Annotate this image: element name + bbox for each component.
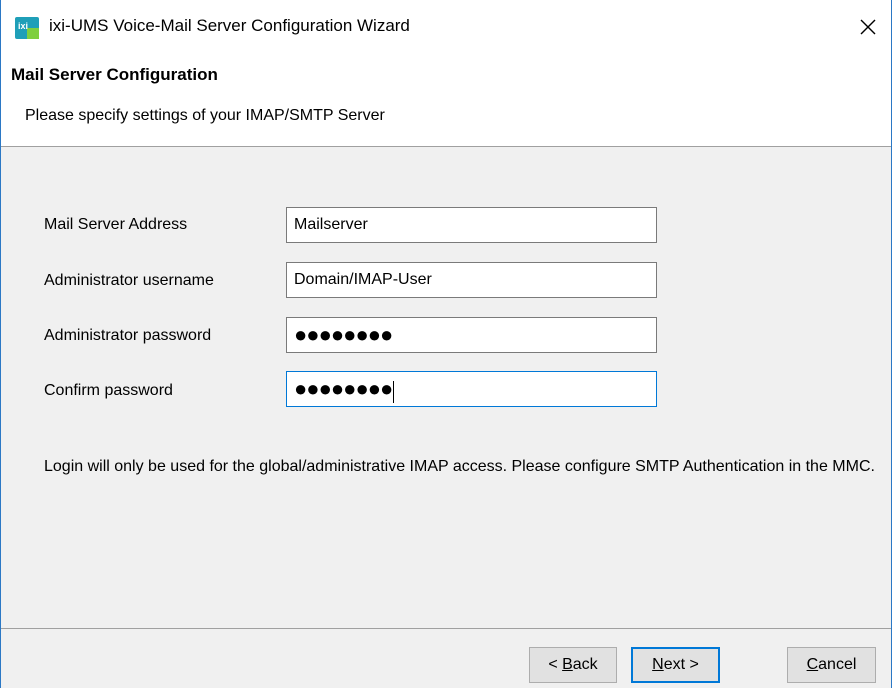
wizard-header: Mail Server Configuration Please specify… — [1, 56, 891, 147]
next-label-rest: ext — [663, 656, 686, 673]
svg-text:ixi: ixi — [18, 21, 28, 31]
next-button[interactable]: Next > — [631, 647, 720, 683]
cancel-button[interactable]: Cancel — [787, 647, 876, 683]
app-icon: ixi — [15, 17, 39, 39]
back-prefix: < — [548, 656, 563, 673]
admin-username-label: Administrator username — [44, 272, 214, 289]
admin-password-input[interactable]: ●●●●●●●● — [286, 317, 657, 353]
confirm-password-mask: ●●●●●●●● — [294, 376, 393, 401]
cancel-mnemonic: C — [806, 656, 819, 673]
window-title: ixi-UMS Voice-Mail Server Configuration … — [49, 16, 410, 35]
close-button[interactable] — [845, 6, 891, 52]
title-bar: ixi ixi-UMS Voice-Mail Server Configurat… — [1, 0, 891, 56]
text-caret — [393, 380, 395, 403]
cancel-label-rest: ancel — [818, 656, 857, 673]
back-mnemonic: B — [562, 656, 573, 673]
confirm-password-input[interactable]: ●●●●●●●● — [286, 371, 657, 407]
next-mnemonic: N — [652, 656, 664, 673]
wizard-window: ixi ixi-UMS Voice-Mail Server Configurat… — [0, 0, 892, 688]
admin-password-mask: ●●●●●●●● — [294, 322, 393, 347]
close-icon — [859, 18, 877, 41]
admin-username-input[interactable]: Domain/IMAP-User — [286, 262, 657, 298]
mail-server-address-label: Mail Server Address — [44, 216, 188, 233]
back-label-rest: ack — [572, 656, 598, 673]
admin-password-label: Administrator password — [44, 327, 212, 344]
login-note: Login will only be used for the global/a… — [44, 458, 875, 475]
page-title: Mail Server Configuration — [11, 65, 218, 84]
confirm-password-label: Confirm password — [44, 382, 173, 399]
footer-divider — [1, 628, 891, 629]
mail-server-address-input[interactable]: Mailserver — [286, 207, 657, 243]
page-subtitle: Please specify settings of your IMAP/SMT… — [25, 107, 385, 124]
next-suffix: > — [685, 656, 699, 673]
back-button[interactable]: < Back — [529, 647, 617, 683]
